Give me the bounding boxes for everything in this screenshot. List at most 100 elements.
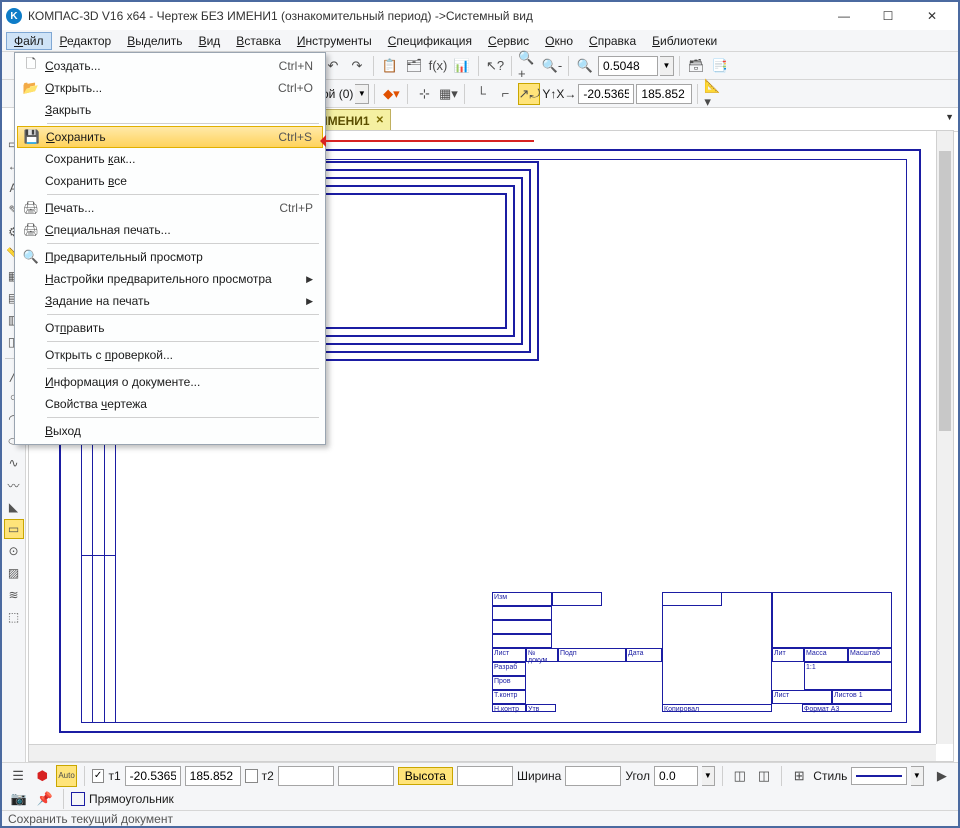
redo-button[interactable]: ↷ <box>346 55 368 77</box>
document-tabs-dropdown[interactable]: ▼ <box>945 112 954 122</box>
snap-button[interactable]: ⊹ <box>413 83 435 105</box>
hatch-tool[interactable]: ▨ <box>4 563 24 583</box>
menuitem-создать---[interactable]: 🗋Создать...Ctrl+N <box>17 55 323 77</box>
menuitem-сохранить[interactable]: 💾СохранитьCtrl+S <box>17 126 323 148</box>
style-dropdown[interactable]: ▼ <box>911 766 924 786</box>
scroll-right-button[interactable]: ▶ <box>932 765 952 787</box>
pin-icon[interactable]: 📌 <box>34 788 56 810</box>
chamfer-tool[interactable]: ◣ <box>4 497 24 517</box>
menuitem-закрыть[interactable]: Закрыть <box>17 99 323 121</box>
t1-checkbox[interactable]: ✓ <box>92 769 105 783</box>
angle-label: Угол <box>625 769 650 783</box>
menuitem-выход[interactable]: Выход <box>17 420 323 442</box>
zoom-dropdown[interactable]: ▼ <box>660 56 674 76</box>
titleblock-cell: Разраб <box>492 662 526 676</box>
round-button[interactable]: ↗⤾ <box>518 83 540 105</box>
menuitem-открыть-с-проверкой---[interactable]: Открыть с проверкой... <box>17 344 323 366</box>
layer-label: ой (0) <box>322 87 353 101</box>
style-label: Стиль <box>813 769 847 783</box>
menuitem-настройки-предварительного-просмотра[interactable]: Настройки предварительного просмотра▶ <box>17 268 323 290</box>
menuitem-shortcut: Ctrl+S <box>278 130 312 144</box>
contour-tool[interactable]: ⬚ <box>4 607 24 627</box>
menu-инструменты[interactable]: Инструменты <box>289 32 380 50</box>
menu-сервис[interactable]: Сервис <box>480 32 537 50</box>
camera-icon[interactable]: 📷 <box>8 788 30 810</box>
doctab-close-icon[interactable]: ✕ <box>376 115 384 126</box>
menuitem-открыть---[interactable]: 📂Открыть...Ctrl+O <box>17 77 323 99</box>
menuitem-отправить[interactable]: Отправить <box>17 317 323 339</box>
titleblock-cell <box>772 592 892 648</box>
menu-библиотеки[interactable]: Библиотеки <box>644 32 725 50</box>
layers-button[interactable]: 🗃 <box>685 55 707 77</box>
minimize-button[interactable]: — <box>822 2 866 30</box>
vertical-scrollbar[interactable] <box>936 131 953 744</box>
zoom-window-button[interactable]: 🔍 <box>574 55 596 77</box>
menuitem-информация-о-документе---[interactable]: Информация о документе... <box>17 371 323 393</box>
pointer-button[interactable]: ↖? <box>484 55 506 77</box>
broken-view-button[interactable]: ⌐ <box>494 83 516 105</box>
close-button[interactable]: ✕ <box>910 2 954 30</box>
style-preview[interactable] <box>851 767 907 785</box>
grid-settings-button[interactable]: 🗂 <box>403 55 425 77</box>
auto-button[interactable]: Auto <box>56 765 76 787</box>
measure-button[interactable]: 📐▾ <box>703 83 725 105</box>
menu-файл[interactable]: Файл <box>6 32 52 50</box>
parameters-button[interactable]: f(x) <box>427 55 449 77</box>
variables-button[interactable]: 📊 <box>451 55 473 77</box>
titleblock-cell: Подп <box>558 648 626 662</box>
copy-props-button[interactable]: ☰ <box>8 765 28 787</box>
t2-x-input[interactable] <box>278 766 334 786</box>
axis-button-3[interactable]: ⊞ <box>789 765 809 787</box>
menuitem-задание-на-печать[interactable]: Задание на печать▶ <box>17 290 323 312</box>
t1-x-input[interactable] <box>125 766 181 786</box>
t2-y-input[interactable] <box>338 766 394 786</box>
menu-вид[interactable]: Вид <box>191 32 229 50</box>
rectangle-tool[interactable]: ▭ <box>4 519 24 539</box>
height-input[interactable] <box>457 766 513 786</box>
angle-dropdown[interactable]: ▼ <box>702 766 715 786</box>
layers-manager-button[interactable]: 📑 <box>709 55 731 77</box>
rebuild-button[interactable]: 📋 <box>379 55 401 77</box>
menu-редактор[interactable]: Редактор <box>52 32 120 50</box>
height-field-label[interactable]: Высота <box>398 767 453 785</box>
menu-вставка[interactable]: Вставка <box>228 32 289 50</box>
menu-окно[interactable]: Окно <box>537 32 581 50</box>
menu-справка[interactable]: Справка <box>581 32 644 50</box>
t2-label: т2 <box>262 769 274 783</box>
point-tool[interactable]: ⊙ <box>4 541 24 561</box>
width-input[interactable] <box>565 766 621 786</box>
coord-y-input[interactable] <box>636 84 692 104</box>
ortho-button[interactable]: └ <box>470 83 492 105</box>
menuitem-label: Отправить <box>45 321 313 335</box>
menuitem-печать---[interactable]: 🖨Печать...Ctrl+P <box>17 197 323 219</box>
bezier-tool[interactable]: 〰 <box>4 475 24 495</box>
stop-button[interactable]: ⬢ <box>32 765 52 787</box>
zoom-in-button[interactable]: 🔍+ <box>517 55 539 77</box>
bottom-icon-row: ☰ ⬢ Auto ✓ т1 т2 Высота Ширина Угол ▼ ◫ … <box>2 762 958 788</box>
menuitem-сохранить-как---[interactable]: Сохранить как... <box>17 148 323 170</box>
spline-tool[interactable]: ∿ <box>4 453 24 473</box>
coord-x-input[interactable] <box>578 84 634 104</box>
horizontal-scrollbar[interactable] <box>29 744 936 761</box>
menuitem-свойства-чертежа[interactable]: Свойства чертежа <box>17 393 323 415</box>
submenu-arrow-icon: ▶ <box>306 274 313 285</box>
grid-button[interactable]: ▦▾ <box>437 83 459 105</box>
titleblock-cell: № докум. <box>526 648 558 662</box>
menuitem-сохранить-все[interactable]: Сохранить все <box>17 170 323 192</box>
axis-button-2[interactable]: ◫ <box>754 765 774 787</box>
equidistant-tool[interactable]: ≋ <box>4 585 24 605</box>
line-style-button[interactable]: ◆▾ <box>380 83 402 105</box>
axis-button-1[interactable]: ◫ <box>730 765 750 787</box>
menuitem-специальная-печать---[interactable]: 🖨Специальная печать... <box>17 219 323 241</box>
menuitem-предварительный-просмотр[interactable]: 🔍Предварительный просмотр <box>17 246 323 268</box>
maximize-button[interactable]: ☐ <box>866 2 910 30</box>
menu-выделить[interactable]: Выделить <box>119 32 190 50</box>
menuitem-icon: 🖨 <box>17 200 45 216</box>
zoom-out-button[interactable]: 🔍- <box>541 55 563 77</box>
layer-dropdown[interactable]: ▼ <box>355 84 369 104</box>
t1-y-input[interactable] <box>185 766 241 786</box>
zoom-input[interactable] <box>598 56 658 76</box>
t2-checkbox[interactable] <box>245 769 258 783</box>
menu-спецификация[interactable]: Спецификация <box>380 32 480 50</box>
angle-input[interactable] <box>654 766 698 786</box>
